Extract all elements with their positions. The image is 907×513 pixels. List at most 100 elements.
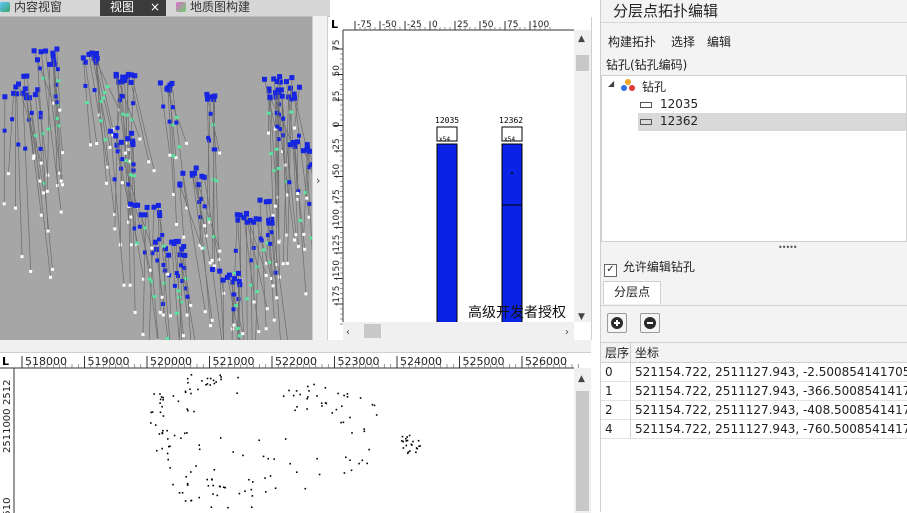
cell-seq: 1 [601, 382, 631, 401]
borehole-tag-12035: x54 [439, 136, 450, 143]
map-top-tick-label: 519000 [88, 355, 130, 368]
cell-coord: 521154.722, 2511127.943, -366.5008541417… [631, 382, 907, 401]
panel-title: 分层点拓扑编辑 [613, 0, 718, 21]
map-left-tick-label: 2511000 [2, 408, 13, 453]
map-top-tick-label: 520000 [150, 355, 192, 368]
close-icon[interactable]: × [150, 0, 160, 14]
log-left-tick-label: -25 [332, 138, 342, 153]
column-header-coord[interactable]: 坐标 [631, 343, 907, 363]
tab-view[interactable]: 视图 × [100, 0, 166, 16]
checkbox-checked-icon[interactable]: ✓ [604, 264, 617, 277]
plan-map-view[interactable]: L 518000 519000 520000 521000 522000 523000 52… [0, 352, 591, 513]
log-top-tick-label: -75 [357, 20, 372, 30]
log-canvas: L -75-50-250255075100 7550250-25-50-75-1… [329, 17, 591, 340]
tab-geomap-build[interactable]: 地质图构建 [170, 0, 290, 16]
borehole-icon [640, 119, 652, 125]
tree-item-12035[interactable]: 12035 [638, 96, 906, 114]
borehole-tag-12362: x54 [504, 136, 515, 143]
layer-point-grid[interactable]: 层序 坐标 0 521154.722, 2511127.943, -2.5008… [601, 342, 907, 513]
map-top-tick-label: 524000 [400, 355, 442, 368]
plus-icon [611, 317, 623, 329]
map-top-tick-label: 523000 [338, 355, 380, 368]
remove-layer-point-button[interactable] [640, 313, 660, 333]
add-layer-point-button[interactable] [607, 313, 627, 333]
menu-build-topology[interactable]: 构建拓扑 [608, 33, 656, 50]
chevron-right-icon[interactable]: › [316, 174, 320, 187]
tree-item-label: 12362 [660, 114, 698, 128]
map-left-tick-label: 2510 [2, 498, 13, 513]
3d-borehole-viewport[interactable] [0, 17, 312, 340]
tab-content-window[interactable]: 内容视窗 [0, 0, 98, 16]
tree-item-label: 12035 [660, 97, 698, 111]
document-tab-strip: 内容视窗 视图 × 地质图构建 [0, 0, 330, 17]
minus-icon [644, 317, 656, 329]
map-top-tick-label: 521000 [213, 355, 255, 368]
cube-icon [176, 2, 186, 12]
borehole-label-12362: 12362 [499, 116, 523, 125]
cell-seq: 0 [601, 363, 631, 382]
log-left-tick-label: -100 [332, 209, 342, 230]
log-left-tick-label: 25 [332, 91, 342, 102]
allow-edit-label: 允许编辑钻孔 [623, 260, 695, 274]
menu-select[interactable]: 选择 [671, 33, 695, 50]
borehole-log-view[interactable]: L -75-50-250255075100 7550250-25-50-75-1… [329, 17, 592, 340]
log-left-tick-label: -75 [332, 189, 342, 204]
tree-item-12362[interactable]: 12362 [638, 113, 906, 131]
log-left-tick-label: 75 [332, 40, 342, 51]
tab-content-window-label: 内容视窗 [14, 0, 62, 14]
map-top-tick-label: 525000 [463, 355, 505, 368]
borehole-icon [640, 102, 652, 108]
cell-seq: 2 [601, 401, 631, 420]
borehole-column-12362 [502, 144, 522, 324]
map-left-tick-label: 2512 [2, 380, 13, 405]
borehole-tree[interactable]: ◢ 钻孔 12035 12362 [601, 75, 907, 242]
horizontal-splitter[interactable] [0, 340, 591, 352]
map-top-tick-label: 526000 [525, 355, 567, 368]
cell-seq: 4 [601, 420, 631, 439]
scroll-left-icon[interactable]: ‹ [346, 327, 350, 338]
map-canvas: L 518000 519000 520000 521000 522000 523000 52… [0, 353, 591, 513]
allow-edit-checkbox[interactable]: ✓ 允许编辑钻孔 [604, 258, 695, 277]
ruler-corner: L [331, 18, 338, 31]
log-top-tick-label: 50 [482, 20, 494, 30]
tab-layer-points[interactable]: 分层点 [603, 281, 661, 304]
log-left-tick-label: -175 [332, 286, 342, 306]
table-row[interactable]: 2 521154.722, 2511127.943, -408.50085414… [601, 401, 907, 420]
map-scroll-up-icon[interactable]: ▲ [578, 374, 585, 384]
log-left-tick-label: -125 [332, 235, 342, 255]
borehole-12362[interactable]: 12362 x54 [499, 116, 523, 324]
borehole-12035[interactable]: 12035 x54 [435, 116, 459, 324]
log-top-tick-label: 100 [532, 20, 549, 30]
log-left-tick-label: 0 [332, 122, 342, 128]
log-vscrollbar[interactable] [574, 30, 591, 322]
tab-view-label: 视图 [110, 0, 134, 14]
log-top-tick-label: 75 [507, 20, 518, 30]
map-top-tick-label: 518000 [25, 355, 67, 368]
cell-coord: 521154.722, 2511127.943, -760.5008541417… [631, 420, 907, 439]
log-hscroll-thumb[interactable] [364, 324, 381, 338]
map-top-tick-label: 522000 [275, 355, 317, 368]
tree-root-label[interactable]: 钻孔 [642, 78, 666, 95]
3d-scene [0, 17, 312, 340]
map-ruler-corner: L [2, 355, 9, 368]
tree-collapse-icon[interactable]: ◢ [608, 79, 614, 88]
table-row[interactable]: 1 521154.722, 2511127.943, -366.50085414… [601, 382, 907, 401]
scroll-up-icon[interactable]: ▲ [578, 34, 585, 44]
borehole-group-icon [620, 78, 636, 92]
menu-edit[interactable]: 编辑 [707, 33, 731, 50]
view-splitter[interactable]: › [312, 16, 328, 340]
cell-coord: 521154.722, 2511127.943, -2.500854141705… [631, 363, 907, 382]
column-header-seq[interactable]: 层序 [601, 343, 631, 363]
table-row[interactable]: 4 521154.722, 2511127.943, -760.50085414… [601, 420, 907, 439]
borehole-label-12035: 12035 [435, 116, 459, 125]
table-row[interactable]: 0 521154.722, 2511127.943, -2.5008541417… [601, 363, 907, 382]
log-vscroll-thumb[interactable] [576, 55, 589, 71]
log-top-tick-label: -25 [407, 20, 422, 30]
log-left-tick-label: -50 [332, 164, 342, 179]
tree-header: 钻孔(钻孔编码) [606, 56, 687, 73]
map-vscroll-thumb[interactable] [576, 391, 589, 511]
panel-splitter-grip[interactable]: ••••• [778, 243, 797, 252]
scroll-right-icon[interactable]: › [565, 327, 569, 338]
scroll-down-icon[interactable]: ▼ [578, 312, 585, 322]
borehole-column-12035 [437, 144, 457, 324]
